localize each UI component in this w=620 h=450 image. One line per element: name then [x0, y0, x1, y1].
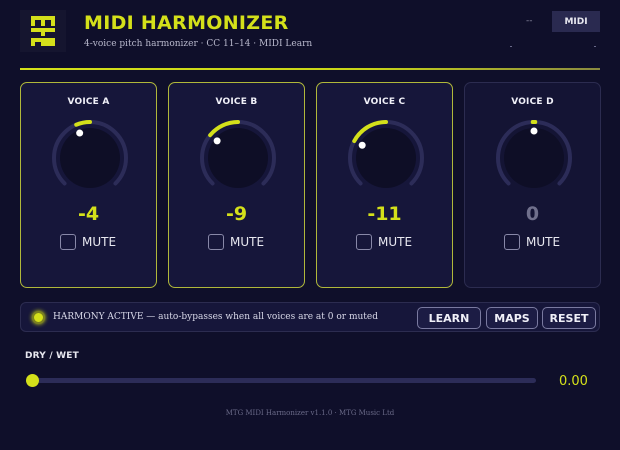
voice-label: VOICE C [363, 97, 406, 107]
drywet-slider-track[interactable] [26, 378, 536, 383]
mute-checkbox[interactable] [60, 234, 76, 250]
voice-value: -4 [77, 203, 100, 225]
decor-dot [510, 46, 512, 47]
logo [20, 10, 66, 52]
app-subtitle: 4-voice pitch harmonizer · CC 11–14 · MI… [84, 39, 313, 49]
maps-button[interactable]: MAPS [486, 307, 538, 329]
learn-button[interactable]: LEARN [417, 307, 481, 329]
knob-body [504, 128, 564, 188]
mute-label: MUTE [230, 235, 265, 249]
knob-body [208, 128, 268, 188]
knob-body [356, 128, 416, 188]
mute-checkbox[interactable] [208, 234, 224, 250]
voice-panel-a: VOICE A -4 MUTE [20, 82, 157, 288]
status-led-icon [32, 311, 45, 324]
drywet-label: DRY / WET [25, 351, 79, 361]
mute-checkbox[interactable] [504, 234, 520, 250]
pitch-knob-a[interactable] [49, 117, 131, 199]
knob-pointer [530, 127, 538, 135]
voice-label: VOICE D [511, 97, 554, 107]
midi-button[interactable]: MIDI [552, 11, 600, 32]
header-divider [20, 68, 600, 70]
status-text: HARMONY ACTIVE — auto-bypasses when all … [53, 312, 378, 322]
voice-value: -11 [367, 203, 402, 225]
app-title: MIDI HARMONIZER [84, 12, 289, 34]
mtg-logo-icon [31, 16, 55, 46]
mute-label: MUTE [378, 235, 413, 249]
pitch-knob-d[interactable] [493, 117, 575, 199]
voice-value: 0 [525, 203, 540, 225]
decor-dot [594, 46, 596, 47]
voice-value: -9 [225, 203, 248, 225]
footer-text: MTG MIDI Harmonizer v1.1.0 · MTG Music L… [225, 409, 395, 417]
voice-panel-c: VOICE C -11 MUTE [316, 82, 453, 288]
mute-toggle-a[interactable]: MUTE [60, 234, 116, 250]
knob-pointer [76, 129, 84, 137]
mute-toggle-b[interactable]: MUTE [208, 234, 264, 250]
knob-body [60, 128, 120, 188]
mute-checkbox[interactable] [356, 234, 372, 250]
mute-label: MUTE [82, 235, 117, 249]
knob-pointer [358, 141, 366, 149]
voice-panel-b: VOICE B -9 MUTE [168, 82, 305, 288]
mute-toggle-c[interactable]: MUTE [356, 234, 412, 250]
mute-toggle-d[interactable]: MUTE [504, 234, 560, 250]
drywet-slider-thumb[interactable] [26, 374, 39, 387]
pitch-knob-b[interactable] [197, 117, 279, 199]
voice-panel-d: VOICE D 0 MUTE [464, 82, 601, 288]
knob-value-arc [74, 120, 92, 127]
knob-pointer [213, 137, 221, 145]
voice-label: VOICE B [215, 97, 258, 107]
midi-activity-indicator: -- [526, 16, 533, 26]
status-bar: HARMONY ACTIVE — auto-bypasses when all … [20, 302, 600, 332]
voice-label: VOICE A [67, 97, 110, 107]
pitch-knob-c[interactable] [345, 117, 427, 199]
reset-button[interactable]: RESET [542, 307, 596, 329]
drywet-value: 0.00 [559, 374, 588, 389]
mute-label: MUTE [526, 235, 561, 249]
